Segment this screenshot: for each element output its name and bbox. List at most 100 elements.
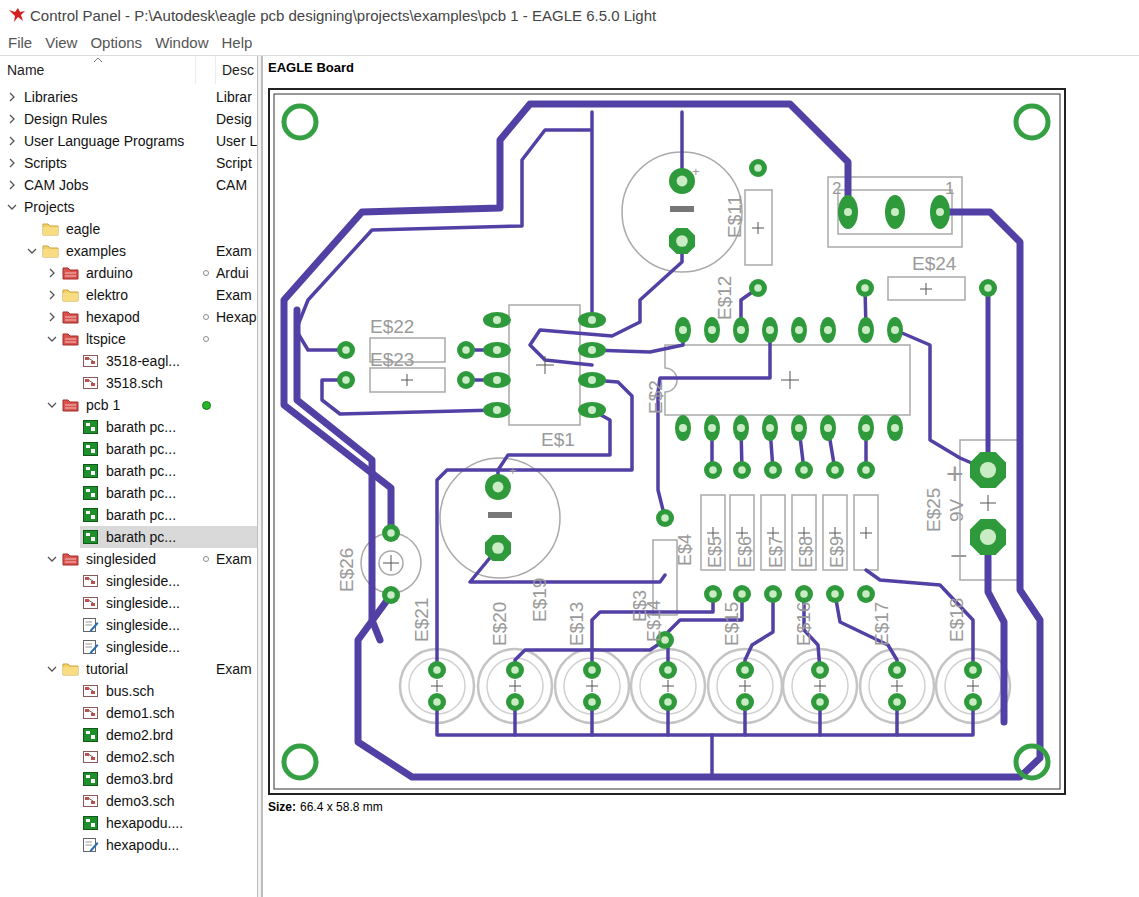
pad[interactable] xyxy=(337,371,355,389)
tree-item[interactable]: hexapodHexap xyxy=(0,306,257,328)
trace[interactable] xyxy=(437,380,632,670)
pad[interactable] xyxy=(736,693,754,711)
pad[interactable] xyxy=(811,693,829,711)
pad[interactable] xyxy=(888,661,906,679)
menu-item[interactable]: File xyxy=(8,33,32,52)
pad[interactable] xyxy=(704,461,722,479)
expander[interactable] xyxy=(44,397,60,413)
pad[interactable] xyxy=(791,317,807,343)
pad[interactable] xyxy=(888,693,906,711)
tree-item[interactable]: barath pc... xyxy=(0,482,257,504)
pad[interactable] xyxy=(578,402,606,418)
chevron-down-icon[interactable] xyxy=(47,400,57,410)
tree-item[interactable]: demo3.sch xyxy=(0,790,257,812)
menu-item[interactable]: Help xyxy=(221,33,252,52)
pad[interactable] xyxy=(826,585,844,603)
trace[interactable] xyxy=(986,290,991,470)
tree-item[interactable]: ltspice xyxy=(0,328,257,350)
pad[interactable] xyxy=(856,279,874,297)
tree-item[interactable]: singlesidedExam xyxy=(0,548,257,570)
pad[interactable] xyxy=(656,509,674,527)
chevron-right-icon[interactable] xyxy=(7,136,17,146)
pad[interactable] xyxy=(857,461,875,479)
chevron-down-icon[interactable] xyxy=(47,554,57,564)
chevron-right-icon[interactable] xyxy=(7,92,17,102)
tree-item[interactable]: demo3.brd xyxy=(0,768,257,790)
tree-item[interactable]: pcb 1 xyxy=(0,394,257,416)
trace[interactable] xyxy=(658,330,770,518)
pad[interactable] xyxy=(675,415,691,441)
sort-up-icon[interactable] xyxy=(93,57,103,63)
pad[interactable] xyxy=(382,524,400,542)
expander[interactable] xyxy=(24,243,40,259)
trace[interactable] xyxy=(835,594,897,670)
pad[interactable] xyxy=(483,402,511,418)
trace[interactable] xyxy=(498,410,610,487)
pad[interactable] xyxy=(506,693,524,711)
pad[interactable] xyxy=(749,159,767,177)
tree-item[interactable]: ScriptsScript xyxy=(0,152,257,174)
expander[interactable] xyxy=(4,177,20,193)
pad[interactable] xyxy=(736,661,754,679)
tree-item[interactable]: tutorialExam xyxy=(0,658,257,680)
project-status-dot[interactable] xyxy=(203,556,209,562)
tree-item[interactable]: barath pc... xyxy=(0,460,257,482)
chevron-right-icon[interactable] xyxy=(7,180,17,190)
column-header[interactable]: Name xyxy=(0,56,196,84)
expander[interactable] xyxy=(44,309,60,325)
tree-item[interactable]: arduinoArdui xyxy=(0,262,257,284)
menu-item[interactable]: Window xyxy=(155,33,208,52)
tree-item[interactable]: 3518-eagl... xyxy=(0,350,257,372)
chevron-down-icon[interactable] xyxy=(7,202,17,212)
pad[interactable] xyxy=(762,317,778,343)
tree-item[interactable]: singleside... xyxy=(0,636,257,658)
pad[interactable] xyxy=(764,585,782,603)
pad[interactable] xyxy=(964,693,982,711)
pad[interactable] xyxy=(791,415,807,441)
trace[interactable] xyxy=(297,310,380,640)
pad[interactable] xyxy=(659,693,677,711)
tree-item[interactable]: examplesExam xyxy=(0,240,257,262)
chevron-right-icon[interactable] xyxy=(7,158,17,168)
pcb-board[interactable]: E$22E$23E$1E$2E$12E$11E$2421++E$259V+−E$… xyxy=(270,90,1064,793)
pad[interactable] xyxy=(858,317,874,343)
project-status-dot[interactable] xyxy=(202,401,211,410)
pad[interactable] xyxy=(675,317,691,343)
tree-item[interactable]: Design RulesDesig xyxy=(0,108,257,130)
pad[interactable] xyxy=(704,415,720,441)
pad[interactable] xyxy=(457,371,475,389)
project-status-dot[interactable] xyxy=(203,314,209,320)
menu-item[interactable]: View xyxy=(45,33,77,52)
chevron-right-icon[interactable] xyxy=(7,114,17,124)
pad[interactable] xyxy=(795,461,813,479)
pad[interactable] xyxy=(659,661,677,679)
pad[interactable] xyxy=(669,228,695,254)
expander[interactable] xyxy=(44,661,60,677)
tree-item[interactable]: eagle xyxy=(0,218,257,240)
pad[interactable] xyxy=(970,519,1006,555)
pad[interactable] xyxy=(762,415,778,441)
pad[interactable] xyxy=(749,279,767,297)
menu-item[interactable]: Options xyxy=(90,33,142,52)
tree-item[interactable]: LibrariesLibrar xyxy=(0,86,257,108)
expander[interactable] xyxy=(4,199,20,215)
expander[interactable] xyxy=(44,287,60,303)
pad[interactable] xyxy=(583,661,601,679)
pad[interactable] xyxy=(795,585,813,603)
tree-item[interactable]: barath pc... xyxy=(0,438,257,460)
pad[interactable] xyxy=(382,586,400,604)
pad[interactable] xyxy=(979,279,997,297)
trace[interactable] xyxy=(590,112,594,320)
tree-item[interactable]: hexapodu... xyxy=(0,834,257,856)
trace[interactable] xyxy=(296,130,590,350)
tree-item[interactable]: hexapodu.... xyxy=(0,812,257,834)
pad[interactable] xyxy=(887,415,903,441)
trace[interactable] xyxy=(530,241,682,365)
pad[interactable] xyxy=(764,461,782,479)
pad[interactable] xyxy=(583,693,601,711)
tree-item[interactable]: barath pc... xyxy=(0,416,257,438)
project-status-dot[interactable] xyxy=(203,336,209,342)
tree-item[interactable]: Projects xyxy=(0,196,257,218)
pad[interactable] xyxy=(857,585,875,603)
chevron-down-icon[interactable] xyxy=(47,334,57,344)
